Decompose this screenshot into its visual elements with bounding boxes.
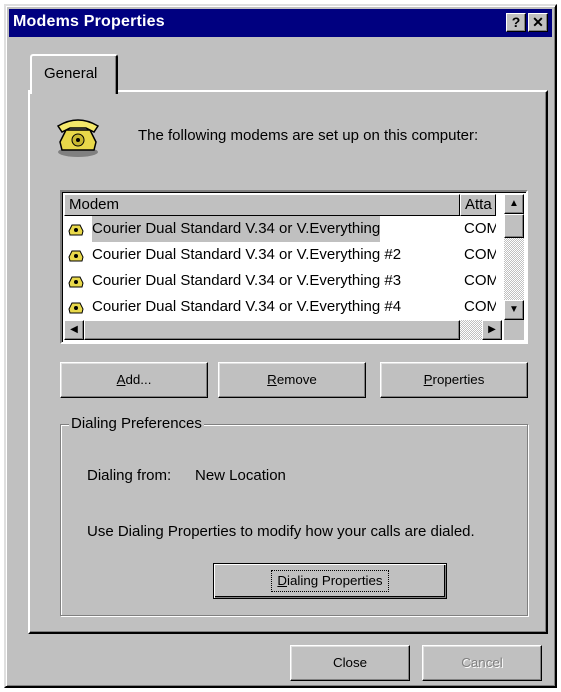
dialing-from-label: Dialing from: [87,467,172,484]
modem-icon [68,250,84,262]
remove-label: emove [276,372,317,387]
title-bar[interactable]: Modems Properties ? ✕ [9,9,552,37]
modem-port: COM [464,298,496,315]
modem-name: Courier Dual Standard V.34 or V.Everythi… [92,272,402,289]
scroll-right-arrow-icon[interactable]: ▶ [482,320,502,340]
dialing-properties-button[interactable]: Dialing Properties [213,563,447,599]
modem-name: Courier Dual Standard V.34 or V.Everythi… [92,298,402,315]
modem-list[interactable]: Modem Atta Courier Dual Standard V.34 or… [60,190,528,344]
vertical-scrollbar[interactable]: ▲ ▼ [504,194,524,320]
close-window-button[interactable]: ✕ [528,13,548,32]
scroll-down-arrow-icon[interactable]: ▼ [504,300,524,320]
intro-text: The following modems are set up on this … [138,127,479,144]
window-title: Modems Properties [13,13,165,30]
focus-rect: Dialing Properties [271,570,389,592]
general-panel: The following modems are set up on this … [28,90,548,634]
vertical-scroll-thumb[interactable] [504,214,524,238]
scroll-left-arrow-icon[interactable]: ◀ [64,320,84,340]
add-button[interactable]: Add... [60,362,208,398]
list-item[interactable]: Courier Dual Standard V.34 or V.Everythi… [64,294,496,320]
remove-button[interactable]: Remove [218,362,366,398]
tab-general-label: General [44,65,98,82]
dialing-hint: Use Dialing Properties to modify how you… [87,523,475,540]
properties-accel: P [423,372,433,387]
tab-general[interactable]: General [30,54,118,94]
modem-name: Courier Dual Standard V.34 or V.Everythi… [92,246,402,263]
modem-icon [68,224,84,236]
telephone-icon [56,119,100,157]
scroll-up-arrow-icon[interactable]: ▲ [504,194,524,214]
properties-button[interactable]: Properties [380,362,528,398]
modem-icon [68,302,84,314]
cancel-button: Cancel [422,645,542,681]
modem-port: COM [464,220,496,237]
scrollbar-corner [504,320,524,340]
column-header-attached-to[interactable]: Atta [460,194,496,216]
list-item[interactable]: Courier Dual Standard V.34 or V.Everythi… [64,216,496,242]
modems-properties-window: Modems Properties ? ✕ General The follow… [4,4,557,688]
remove-accel: R [267,372,277,387]
horizontal-scrollbar[interactable]: ◀ ▶ [64,320,502,340]
dialing-label: ialing Properties [287,573,383,588]
modem-port: COM [464,272,496,289]
dialing-from-value: New Location [195,467,286,484]
list-rows: Courier Dual Standard V.34 or V.Everythi… [64,216,496,320]
list-item[interactable]: Courier Dual Standard V.34 or V.Everythi… [64,268,496,294]
horizontal-scroll-thumb[interactable] [84,320,460,340]
dialing-accel: D [277,573,288,588]
dialing-preferences-group: Dialing Preferences Dialing from: New Lo… [60,415,528,616]
help-button[interactable]: ? [506,13,526,32]
column-header-modem[interactable]: Modem [64,194,460,216]
list-item[interactable]: Courier Dual Standard V.34 or V.Everythi… [64,242,496,268]
modem-icon [68,276,84,288]
group-label: Dialing Preferences [69,415,204,432]
modem-name: Courier Dual Standard V.34 or V.Everythi… [92,216,381,242]
modem-port: COM [464,246,496,263]
properties-label: roperties [432,372,485,387]
list-header: Modem Atta [64,194,496,216]
close-button[interactable]: Close [290,645,410,681]
add-label: dd... [125,372,152,387]
